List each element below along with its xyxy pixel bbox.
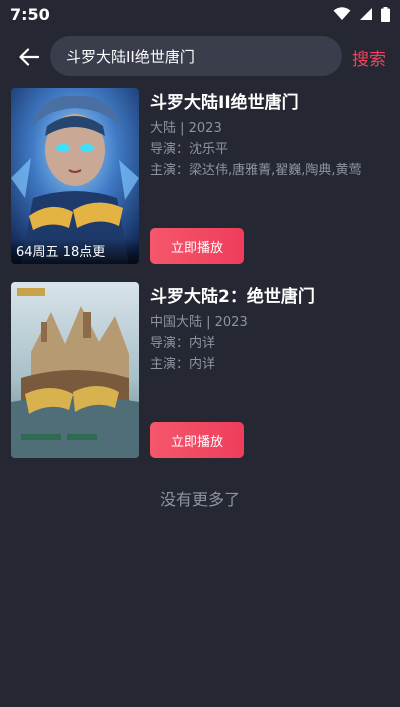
status-time: 7:50 [10, 4, 50, 24]
result-title[interactable]: 斗罗大陆2：绝世唐门 [150, 286, 395, 308]
result-title[interactable]: 斗罗大陆II绝世唐门 [150, 92, 395, 114]
back-button[interactable] [14, 42, 44, 72]
result-info: 斗罗大陆2：绝世唐门 中国大陆 | 2023 导演：内详 主演：内详 [150, 282, 395, 375]
result-region-year: 中国大陆 | 2023 [150, 315, 248, 330]
search-bar: 搜索 [0, 34, 400, 78]
back-arrow-icon [19, 48, 39, 66]
signal-icon [360, 8, 372, 20]
wifi-icon [333, 7, 351, 20]
play-now-button[interactable]: 立即播放 [150, 422, 244, 458]
result-cast: 主演：内详 [150, 357, 216, 372]
poster-image[interactable] [11, 282, 139, 458]
search-box[interactable] [50, 36, 342, 76]
poster-art [11, 282, 139, 458]
result-info: 斗罗大陆II绝世唐门 大陆 | 2023 导演：沈乐平 主演：梁达伟,唐雅菁,翟… [150, 88, 395, 181]
no-more-results-text: 没有更多了 [159, 490, 240, 509]
result-cast: 主演：梁达伟,唐雅菁,翟巍,陶典,黄莺 [150, 163, 362, 178]
status-bar: 7:50 [0, 0, 400, 28]
play-now-button[interactable]: 立即播放 [150, 228, 244, 264]
poster-image[interactable]: 64周五 18点更 [11, 88, 139, 264]
result-item[interactable]: 64周五 18点更 斗罗大陆II绝世唐门 大陆 | 2023 导演：沈乐平 主演… [0, 88, 400, 268]
result-director: 导演：内详 [150, 336, 216, 351]
search-input[interactable] [66, 47, 342, 65]
result-region-year: 大陆 | 2023 [150, 121, 222, 136]
poster-caption: 64周五 18点更 [11, 238, 139, 264]
result-item[interactable]: 斗罗大陆2：绝世唐门 中国大陆 | 2023 导演：内详 主演：内详 立即播放 [0, 282, 400, 462]
search-button[interactable]: 搜索 [352, 45, 386, 70]
status-icons [333, 6, 390, 22]
result-director: 导演：沈乐平 [150, 142, 229, 157]
battery-icon [381, 6, 390, 22]
